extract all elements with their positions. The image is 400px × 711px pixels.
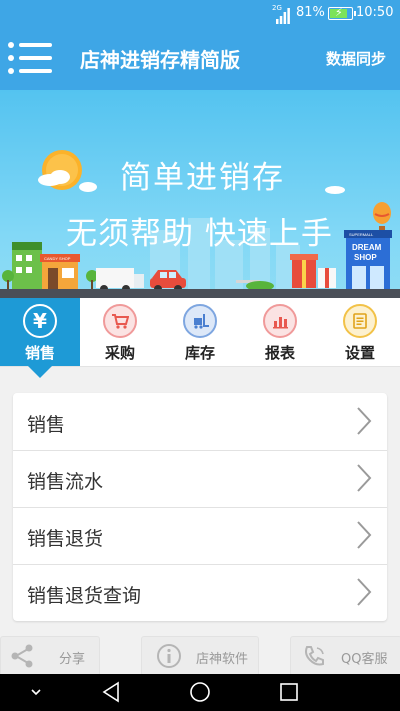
cart-icon <box>103 304 137 338</box>
list-item-sales-return-query[interactable]: 销售退货查询 <box>13 564 387 621</box>
bottom-action-bar: 分享 店神软件 QQ客服 <box>0 632 400 676</box>
list-item-sales-journal[interactable]: 销售流水 <box>13 450 387 508</box>
tab-label: 设置 <box>344 344 375 362</box>
list-item-sales-return[interactable]: 销售退货 <box>13 507 387 565</box>
dream-shop-sign-line2: SHOP <box>354 253 377 262</box>
menu-button[interactable] <box>8 40 54 76</box>
list-item-label: 销售退货 <box>27 528 104 550</box>
tab-label: 报表 <box>264 344 295 362</box>
chevron-down-icon[interactable] <box>24 674 48 711</box>
phone-icon <box>305 646 324 666</box>
candy-shop-sign: CANDY SHOP <box>44 256 71 261</box>
list-item-label: 销售退货查询 <box>27 585 142 607</box>
share-button[interactable]: 分享 <box>0 636 100 676</box>
battery-percent: 81% <box>296 5 325 20</box>
tab-purchase[interactable]: 采购 <box>80 298 160 366</box>
chevron-right-icon <box>357 407 372 435</box>
tab-settings[interactable]: 设置 <box>320 298 400 366</box>
supermall-sign: SUPERMALL <box>349 232 374 237</box>
tab-sales[interactable]: ¥ 销售 <box>0 298 80 366</box>
bolt-icon: ⚡ <box>335 6 343 19</box>
battery-charging-icon: ⚡ <box>328 6 356 20</box>
signal-icon <box>276 8 290 24</box>
clock: 10:50 <box>356 5 394 20</box>
recent-apps-icon[interactable] <box>274 674 304 711</box>
banner-slogan-secondary: 无须帮助 快速上手 <box>66 216 333 252</box>
share-icon <box>11 644 33 668</box>
support-label: QQ客服 <box>341 652 388 667</box>
list-item-sales[interactable]: 销售 <box>13 393 387 451</box>
dream-shop-sign-line1: DREAM <box>352 243 382 252</box>
back-icon[interactable] <box>96 674 126 711</box>
share-label: 分享 <box>59 652 86 667</box>
chevron-right-icon <box>357 578 372 606</box>
status-bar: 2G 81% ⚡ 10:50 <box>0 0 400 26</box>
active-tab-indicator <box>28 366 52 378</box>
tab-label: 采购 <box>104 344 135 362</box>
system-nav-bar <box>0 674 400 711</box>
page-title: 店神进销存精简版 <box>80 48 240 72</box>
promo-banner: CANDY SHOP SUPERMALL DREAM SHOP 简单进销存 无须… <box>0 90 400 298</box>
software-label: 店神软件 <box>196 652 249 667</box>
tab-inventory[interactable]: 库存 <box>160 298 240 366</box>
support-button[interactable]: QQ客服 <box>290 636 400 676</box>
sales-menu-list: 销售 销售流水 销售退货 销售退货查询 <box>13 393 387 621</box>
document-icon <box>343 304 377 338</box>
yen-icon: ¥ <box>23 304 57 338</box>
chevron-right-icon <box>357 464 372 492</box>
forklift-icon <box>183 304 217 338</box>
software-button[interactable]: 店神软件 <box>141 636 259 676</box>
tab-label: 库存 <box>184 344 215 362</box>
module-tab-bar: ¥ 销售 采购 库存 报表 设置 <box>0 298 400 367</box>
list-item-label: 销售 <box>27 414 66 436</box>
home-icon[interactable] <box>185 674 215 711</box>
tab-reports[interactable]: 报表 <box>240 298 320 366</box>
chart-icon <box>263 304 297 338</box>
sync-button[interactable]: 数据同步 <box>326 48 386 69</box>
chevron-right-icon <box>357 521 372 549</box>
tab-label: 销售 <box>24 344 55 362</box>
info-icon <box>157 644 181 668</box>
list-item-label: 销售流水 <box>27 471 104 493</box>
banner-slogan-primary: 简单进销存 <box>120 160 285 196</box>
app-header: 店神进销存精简版 数据同步 <box>0 26 400 90</box>
